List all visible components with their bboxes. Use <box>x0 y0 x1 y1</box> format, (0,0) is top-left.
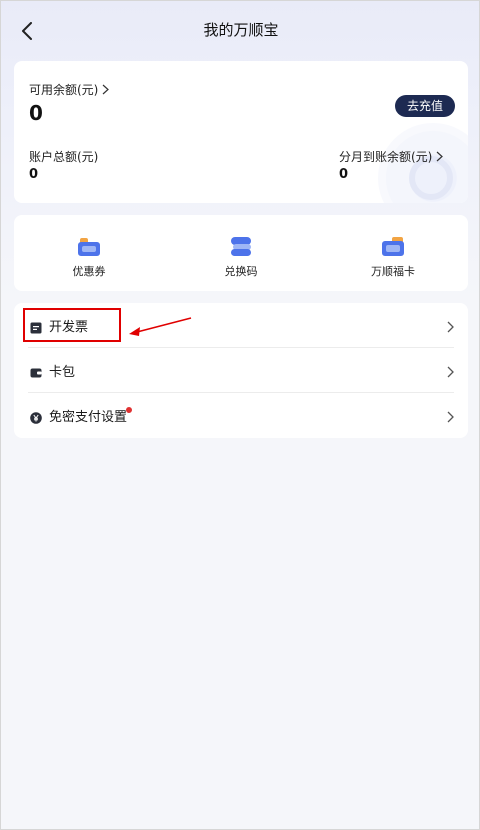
chevron-right-icon <box>447 408 454 427</box>
balance-card: 可用余额(元) 0 去充值 账户总额(元) 0 分月到账余额(元) 0 <box>14 61 468 203</box>
redeem-code-icon <box>229 235 253 257</box>
installment-balance-label: 分月到账余额(元) <box>339 150 433 164</box>
chevron-right-icon <box>447 363 454 382</box>
header: 我的万顺宝 <box>1 1 480 61</box>
available-balance-link[interactable]: 可用余额(元) <box>29 81 110 98</box>
coupon-icon <box>77 235 101 257</box>
annotation-highlight-box <box>23 308 121 342</box>
quick-item-label: 兑换码 <box>224 265 258 278</box>
quick-item-coupon[interactable]: 优惠券 <box>44 235 134 279</box>
quick-item-gift-card[interactable]: 万顺福卡 <box>348 235 438 279</box>
menu-item-card-wallet[interactable]: 卡包 <box>14 348 468 393</box>
wallet-icon <box>30 364 42 378</box>
notification-dot <box>126 407 132 413</box>
chevron-right-icon <box>102 84 110 98</box>
installment-balance-value: 0 <box>339 167 349 182</box>
installment-balance-link[interactable]: 分月到账余额(元) <box>339 148 444 165</box>
yen-icon <box>30 409 42 424</box>
quick-item-label: 优惠券 <box>72 265 106 278</box>
menu-item-label: 免密支付设置 <box>49 410 128 425</box>
annotation-arrow-icon <box>129 317 192 336</box>
chevron-right-icon <box>447 318 454 337</box>
menu-item-password-free-payment[interactable]: 免密支付设置 <box>14 393 468 438</box>
available-balance-value: 0 <box>29 101 43 125</box>
page-title: 我的万顺宝 <box>203 21 279 39</box>
gift-card-icon <box>381 235 405 257</box>
recharge-button[interactable]: 去充值 <box>395 95 455 117</box>
total-balance-value: 0 <box>29 167 39 182</box>
menu-item-label: 卡包 <box>49 365 76 380</box>
chevron-right-icon <box>436 151 444 165</box>
page: 我的万顺宝 可用余额(元) 0 去充值 账户总额(元) 0 分月到账余额(元) … <box>0 0 480 830</box>
quick-actions-card: 优惠券 兑换码 万顺福卡 <box>14 215 468 291</box>
total-balance-label: 账户总额(元) <box>29 150 99 164</box>
available-balance-label: 可用余额(元) <box>29 83 99 97</box>
quick-item-redeem-code[interactable]: 兑换码 <box>196 235 286 279</box>
quick-item-label: 万顺福卡 <box>371 265 415 278</box>
